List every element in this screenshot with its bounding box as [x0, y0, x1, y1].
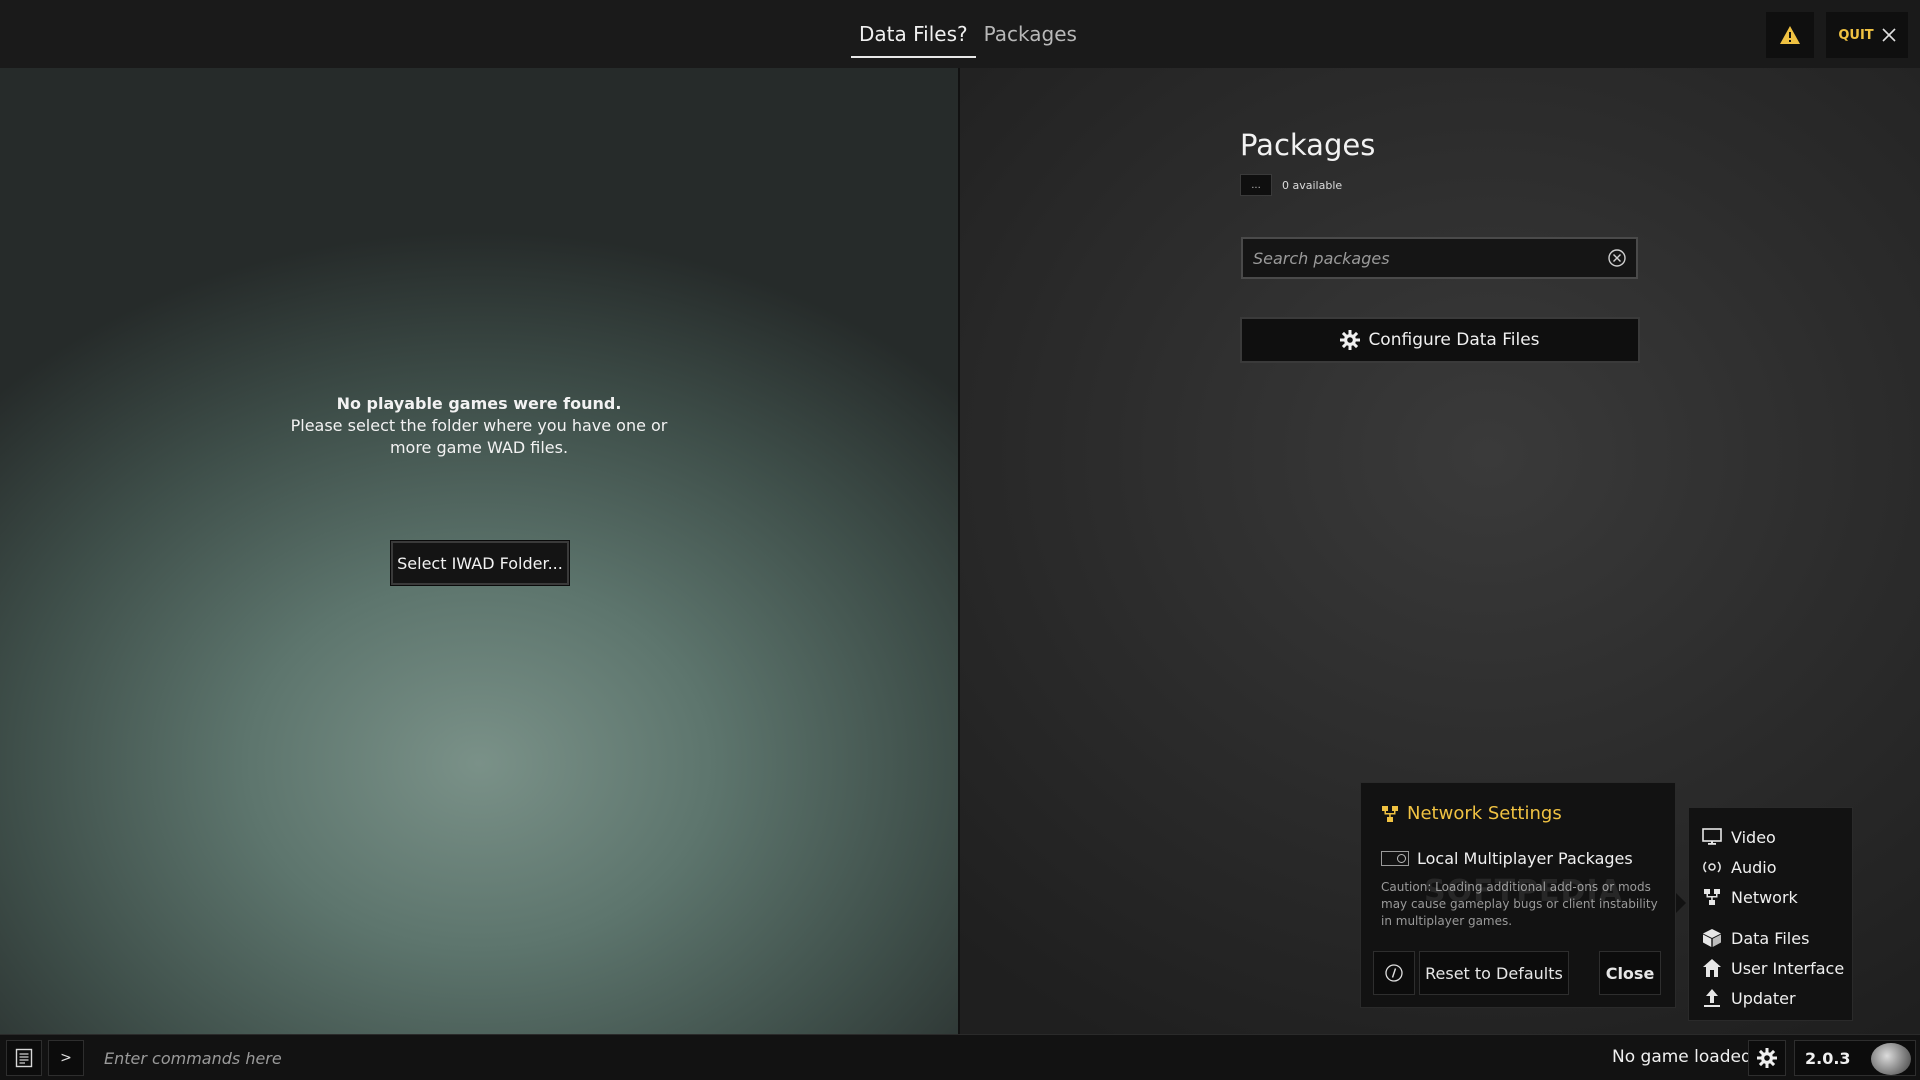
menu-item-updater[interactable]: Updater: [1701, 983, 1852, 1013]
packages-count: 0 available: [1282, 178, 1343, 192]
menu-item-label: Video: [1731, 827, 1776, 847]
command-input[interactable]: [96, 1042, 996, 1074]
close-icon: [1882, 28, 1896, 42]
reset-to-defaults-button[interactable]: Reset to Defaults: [1419, 951, 1569, 995]
clear-search-icon[interactable]: [1606, 247, 1628, 269]
version-label: 2.0.3: [1805, 1048, 1851, 1068]
network-settings-popup: Network Settings Local Multiplayer Packa…: [1360, 782, 1676, 1008]
quit-button[interactable]: QUIT: [1826, 12, 1908, 58]
select-iwad-folder-button[interactable]: Select IWAD Folder...: [390, 540, 570, 586]
top-bar: Data Files? Packages QUIT: [0, 0, 1920, 68]
menu-item-data-files[interactable]: Data Files: [1701, 923, 1852, 953]
menu-item-label: User Interface: [1731, 958, 1845, 978]
tab-packages[interactable]: Packages: [976, 14, 1085, 58]
settings-menu: Video Audio Network Data Files User Inte…: [1688, 807, 1853, 1021]
tab-bar: Data Files? Packages: [851, 14, 1085, 58]
menu-item-video[interactable]: Video: [1701, 822, 1852, 852]
no-games-text: Please select the folder where you have …: [290, 416, 668, 457]
document-icon: [15, 1048, 33, 1068]
warning-icon: [1780, 26, 1800, 44]
menu-item-label: Data Files: [1731, 928, 1810, 948]
network-icon: [1382, 805, 1398, 822]
toggle-knob: [1397, 854, 1406, 863]
search-packages-input[interactable]: Search packages: [1241, 237, 1638, 279]
version-button[interactable]: 2.0.3: [1794, 1040, 1916, 1076]
command-prompt-button[interactable]: >: [48, 1040, 84, 1076]
network-settings-title: Network Settings: [1407, 803, 1562, 824]
network-icon: [1701, 886, 1723, 908]
no-games-heading: No playable games were found.: [336, 394, 622, 413]
local-multiplayer-toggle-row[interactable]: Local Multiplayer Packages: [1381, 849, 1633, 868]
quit-label: QUIT: [1838, 27, 1874, 43]
menu-item-label: Updater: [1731, 988, 1796, 1008]
menu-item-user-interface[interactable]: User Interface: [1701, 953, 1852, 983]
local-multiplayer-label: Local Multiplayer Packages: [1417, 849, 1633, 868]
settings-button[interactable]: [1748, 1040, 1786, 1076]
network-settings-header: Network Settings: [1381, 803, 1562, 824]
network-caution-text: Caution: Loading additional add-ons or m…: [1381, 880, 1658, 928]
gear-icon: [1757, 1048, 1777, 1068]
game-status: No game loaded: [1612, 1047, 1752, 1067]
bottom-bar: > No game loaded 2.0.3: [0, 1034, 1920, 1080]
menu-item-label: Network: [1731, 887, 1798, 907]
menu-item-label: Audio: [1731, 857, 1777, 877]
gear-icon: [1340, 330, 1361, 350]
home-icon: [1701, 957, 1723, 979]
menu-item-audio[interactable]: Audio: [1701, 852, 1852, 882]
tab-data-files[interactable]: Data Files?: [851, 14, 976, 58]
audio-icon: [1701, 856, 1723, 878]
close-button[interactable]: Close: [1599, 951, 1661, 995]
configure-label: Configure Data Files: [1368, 330, 1540, 350]
warning-button[interactable]: [1766, 12, 1814, 58]
info-icon: [1385, 964, 1403, 982]
doomsday-logo: [1871, 1043, 1911, 1075]
monitor-icon: [1701, 826, 1723, 848]
packages-menu-button[interactable]: ...: [1240, 174, 1272, 196]
search-placeholder: Search packages: [1253, 248, 1390, 268]
popup-pointer-arrow: [1676, 893, 1686, 913]
network-settings-buttons: Reset to Defaults Close: [1373, 951, 1665, 995]
info-button[interactable]: [1373, 951, 1415, 995]
cube-icon: [1701, 927, 1723, 949]
no-games-message: No playable games were found. Please sel…: [0, 393, 958, 459]
configure-data-files-button[interactable]: Configure Data Files: [1240, 317, 1640, 363]
local-multiplayer-toggle[interactable]: [1381, 851, 1409, 866]
packages-count-row: ... 0 available: [1240, 174, 1342, 196]
packages-title: Packages: [1240, 128, 1376, 162]
log-button[interactable]: [6, 1040, 42, 1076]
menu-item-network[interactable]: Network: [1701, 882, 1852, 912]
upload-icon: [1701, 987, 1723, 1009]
